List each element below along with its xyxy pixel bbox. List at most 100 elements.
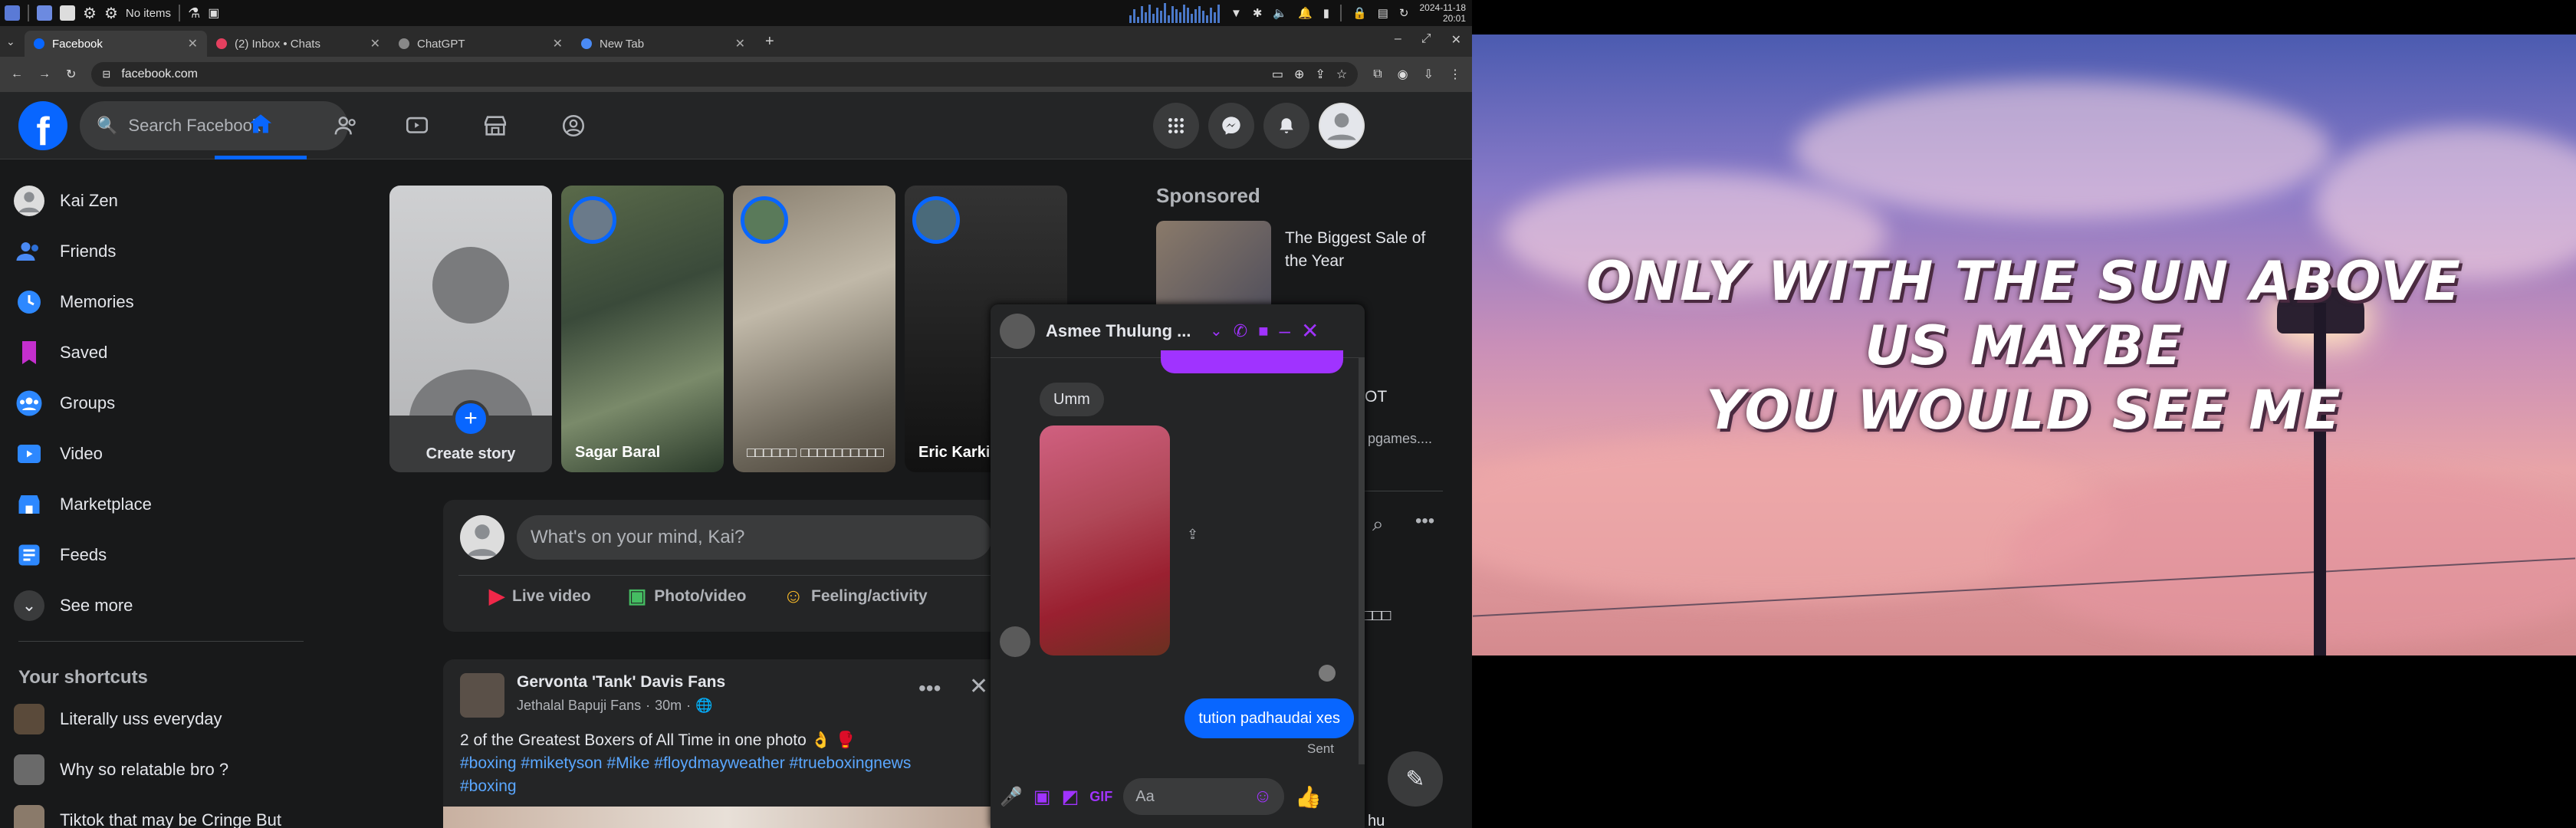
tab-inbox[interactable]: (2) Inbox • Chats ✕ xyxy=(207,31,389,57)
site-info-icon[interactable]: ⊟ xyxy=(102,68,110,80)
lock-icon[interactable]: 🔒 xyxy=(1352,6,1367,20)
zoom-icon[interactable]: ⊕ xyxy=(1294,67,1304,82)
gear-icon[interactable]: ⚙ xyxy=(83,4,97,23)
maximize-icon[interactable]: ⤢ xyxy=(1421,32,1431,48)
contact-name-partial[interactable]: hu xyxy=(1368,813,1385,828)
chevron-down-icon[interactable]: ⌄ xyxy=(1210,321,1223,340)
extensions-icon[interactable]: ⧉ xyxy=(1373,67,1382,81)
folder-icon[interactable] xyxy=(60,5,75,21)
tab-facebook[interactable]: Facebook ✕ xyxy=(25,31,207,57)
chat-scrollbar[interactable] xyxy=(1359,358,1365,764)
emoji-icon[interactable]: ☺ xyxy=(1254,786,1273,807)
messenger-button[interactable] xyxy=(1208,103,1254,149)
search-contacts-icon[interactable]: ⌕ xyxy=(1372,512,1384,537)
downloads-icon[interactable]: ⇩ xyxy=(1424,67,1434,82)
share-icon[interactable]: ⇪ xyxy=(1315,67,1325,82)
terminal-icon[interactable]: ▣ xyxy=(208,5,219,21)
close-tab-icon[interactable]: ✕ xyxy=(735,36,745,51)
close-tab-icon[interactable]: ✕ xyxy=(188,36,198,51)
update-icon[interactable]: ↻ xyxy=(1399,6,1409,20)
story-card[interactable]: □□□□□□ □□□□□□□□□□ xyxy=(733,186,895,472)
close-tab-icon[interactable]: ✕ xyxy=(370,36,380,51)
shortcut-item[interactable]: Why so relatable bro ? xyxy=(14,748,228,791)
sidebar-item-see-more[interactable]: ⌄ See more xyxy=(14,584,133,627)
outgoing-message-bubble[interactable]: tution padhaudai xes xyxy=(1184,698,1354,738)
network-icon[interactable]: ▤ xyxy=(1378,6,1388,20)
chat-contact-name[interactable]: Asmee Thulung ... xyxy=(1046,321,1199,341)
new-message-button[interactable]: ✎ xyxy=(1388,751,1443,807)
close-tab-icon[interactable]: ✕ xyxy=(553,36,563,51)
url-field[interactable]: ⊟ facebook.com ▭ ⊕ ⇪ ☆ xyxy=(91,62,1359,87)
sidebar-item-memories[interactable]: Memories xyxy=(14,281,134,324)
cast-icon[interactable]: ▭ xyxy=(1272,67,1283,82)
notifications-button[interactable] xyxy=(1263,103,1309,149)
page-avatar[interactable] xyxy=(460,673,504,718)
window-icon[interactable] xyxy=(37,5,52,21)
sticker-icon[interactable]: ◩ xyxy=(1062,786,1079,808)
incoming-message-bubble[interactable]: Umm xyxy=(1040,383,1104,416)
battery-icon[interactable]: ▮ xyxy=(1323,6,1329,20)
sidebar-item-saved[interactable]: Saved xyxy=(14,331,107,374)
tab-chatgpt[interactable]: ChatGPT ✕ xyxy=(389,31,572,57)
close-window-icon[interactable]: ✕ xyxy=(1451,32,1461,48)
ad-domain[interactable]: pgames.... xyxy=(1368,431,1432,447)
account-avatar-button[interactable] xyxy=(1319,103,1365,149)
sidebar-item-video[interactable]: Video xyxy=(14,432,103,475)
image-message[interactable] xyxy=(1040,426,1170,656)
close-icon[interactable]: ✕ xyxy=(1301,318,1319,343)
gif-icon[interactable]: GIF xyxy=(1089,789,1112,805)
microphone-icon[interactable]: 🎤 xyxy=(1000,786,1023,808)
story-card[interactable]: Sagar Baral xyxy=(561,186,724,472)
post-hashtags[interactable]: #boxing xyxy=(460,777,517,796)
post-hashtags[interactable]: #boxing #miketyson #Mike #floydmayweathe… xyxy=(460,754,911,773)
tab-search-icon[interactable]: ⌄ xyxy=(6,35,25,48)
avatar[interactable] xyxy=(1000,313,1035,349)
profile-icon[interactable]: ◉ xyxy=(1398,67,1408,82)
sidebar-item-friends[interactable]: Friends xyxy=(14,230,116,273)
close-icon[interactable]: ✕ xyxy=(969,673,988,700)
bookmark-star-icon[interactable]: ☆ xyxy=(1336,67,1347,82)
sidebar-item-profile[interactable]: Kai Zen xyxy=(14,179,118,222)
message-input[interactable]: Aa ☺ xyxy=(1123,778,1285,815)
app-launcher-icon[interactable] xyxy=(5,5,20,21)
new-tab-icon[interactable]: + xyxy=(765,33,774,51)
ad-title[interactable]: The Biggest Sale of the Year xyxy=(1285,227,1446,273)
settings-icon[interactable]: ⚙ xyxy=(104,4,118,23)
like-thumb-icon[interactable]: 👍 xyxy=(1295,784,1322,810)
tab-new-tab[interactable]: New Tab ✕ xyxy=(572,31,754,57)
live-video-button[interactable]: ▶ Live video xyxy=(489,584,591,608)
apps-icon[interactable]: ⚗ xyxy=(188,5,200,21)
menu-icon[interactable]: ⋮ xyxy=(1449,67,1461,82)
photo-video-button[interactable]: ▣ Photo/video xyxy=(628,584,747,608)
share-icon[interactable]: ⇪ xyxy=(1187,527,1198,543)
photo-icon[interactable]: ▣ xyxy=(1033,786,1051,808)
minimize-icon[interactable]: – xyxy=(1395,32,1401,48)
menu-grid-button[interactable] xyxy=(1153,103,1199,149)
facebook-logo-icon[interactable]: f xyxy=(18,101,67,150)
shortcut-item[interactable]: Tiktok that may be Cringe But xyxy=(14,799,281,828)
video-call-icon[interactable]: ■ xyxy=(1258,321,1268,341)
post-author[interactable]: Jethalal Bapuji Fans xyxy=(517,698,641,714)
create-story-card[interactable]: + Create story xyxy=(389,186,552,472)
sidebar-item-groups[interactable]: Groups xyxy=(14,382,115,425)
reload-icon[interactable]: ↻ xyxy=(66,67,76,82)
shortcut-item[interactable]: Literally uss everyday xyxy=(14,698,222,741)
more-options-icon[interactable]: ••• xyxy=(1415,511,1434,532)
composer-input[interactable]: What's on your mind, Kai? xyxy=(517,515,992,560)
phone-call-icon[interactable]: ✆ xyxy=(1234,321,1247,341)
sidebar-item-feeds[interactable]: Feeds xyxy=(14,534,107,577)
back-icon[interactable]: ← xyxy=(11,67,23,81)
minimize-icon[interactable]: – xyxy=(1280,319,1290,343)
post-time[interactable]: 30m xyxy=(655,698,682,714)
volume-icon[interactable]: 🔈 xyxy=(1273,6,1287,20)
forward-icon[interactable]: → xyxy=(38,67,51,81)
more-options-icon[interactable]: ••• xyxy=(918,676,941,701)
nav-gaming[interactable] xyxy=(512,92,635,159)
notification-icon[interactable]: 🔔 xyxy=(1298,6,1313,20)
clock[interactable]: 2024-11-18 20:01 xyxy=(1420,2,1467,24)
sidebar-item-marketplace[interactable]: Marketplace xyxy=(14,483,152,526)
post-page-name[interactable]: Gervonta 'Tank' Davis Fans xyxy=(517,673,725,692)
bluetooth-icon[interactable]: ✱ xyxy=(1253,6,1263,20)
post-image[interactable] xyxy=(443,807,1010,828)
feeling-activity-button[interactable]: ☺ Feeling/activity xyxy=(783,584,927,608)
